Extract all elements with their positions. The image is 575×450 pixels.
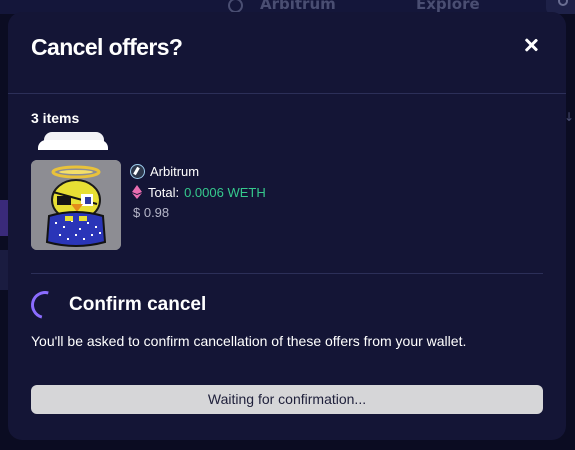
total-value: 0.0006 WETH bbox=[184, 184, 266, 200]
eth-icon bbox=[132, 185, 142, 199]
loading-spinner-icon bbox=[25, 285, 65, 325]
stacked-card-indicator bbox=[38, 140, 108, 150]
total-label: Total: bbox=[148, 184, 180, 200]
cancel-offers-modal: Cancel offers? 3 items Arbitrum Total: 0… bbox=[8, 12, 566, 440]
confirm-title: Confirm cancel bbox=[69, 294, 207, 315]
nav-item-arbitrum[interactable]: Arbitrum bbox=[260, 0, 336, 12]
offer-total: Total: 0.0006 WETH bbox=[132, 183, 266, 201]
nav-item-explore[interactable]: Explore bbox=[416, 0, 480, 12]
arbitrum-logo-icon bbox=[130, 163, 145, 179]
background-sidebar-item bbox=[0, 250, 8, 290]
confirm-description: You'll be asked to confirm cancellation … bbox=[31, 333, 467, 349]
waiting-for-confirmation-button[interactable]: Waiting for confirmation... bbox=[31, 385, 543, 414]
items-count: 3 items bbox=[31, 110, 80, 126]
usd-value: $ 0.98 bbox=[133, 205, 170, 220]
background-sidebar-item bbox=[0, 200, 8, 236]
nft-image bbox=[31, 160, 121, 250]
close-icon[interactable] bbox=[520, 34, 542, 56]
divider bbox=[8, 93, 566, 94]
modal-title: Cancel offers? bbox=[31, 34, 183, 60]
background-sidebar bbox=[0, 100, 8, 440]
divider bbox=[31, 273, 543, 274]
chain-info: Arbitrum bbox=[130, 162, 199, 180]
chain-name: Arbitrum bbox=[150, 163, 200, 179]
nft-thumbnail bbox=[31, 160, 121, 250]
